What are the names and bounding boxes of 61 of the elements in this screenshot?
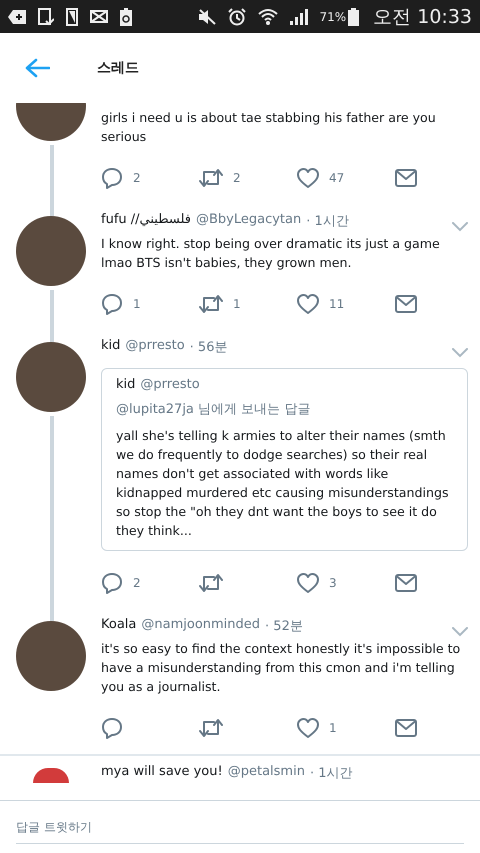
mute-icon <box>198 8 216 24</box>
reply-icon[interactable] <box>101 293 123 315</box>
phone-icon <box>66 8 78 26</box>
message-icon[interactable] <box>395 574 417 592</box>
retweet-icon[interactable] <box>199 293 223 315</box>
like-count: 47 <box>329 171 344 185</box>
signal-icon <box>290 8 308 24</box>
battery-icon <box>348 8 360 26</box>
reply-count: 1 <box>133 297 141 311</box>
heart-icon[interactable] <box>297 294 319 314</box>
heart-icon[interactable] <box>297 718 319 738</box>
thread-title: 스레드 <box>97 59 139 77</box>
user-handle[interactable]: @BbyLegacytan <box>196 212 302 227</box>
back-arrow-icon[interactable] <box>25 58 50 78</box>
like-count: 3 <box>329 576 337 590</box>
user-handle[interactable]: @prresto <box>140 377 200 392</box>
display-name[interactable]: Koala <box>101 617 136 632</box>
display-name[interactable]: fufu //فلسطيني <box>101 212 191 227</box>
reply-to-label: @lupita27ja 님에게 보내는 답글 <box>116 401 312 418</box>
reply-icon[interactable] <box>101 572 123 594</box>
user-handle[interactable]: @namjoonminded <box>141 617 260 632</box>
tablet-check-icon <box>38 8 54 26</box>
tweet-time: · 1시간 <box>310 765 352 782</box>
notification-tag-icon <box>8 10 26 24</box>
display-name[interactable]: mya will save you! <box>101 764 223 779</box>
retweet-count: 1 <box>233 297 241 311</box>
wifi-icon <box>258 8 278 26</box>
like-count: 1 <box>329 721 337 735</box>
message-icon[interactable] <box>395 295 417 313</box>
battery-recycle-icon <box>120 8 132 26</box>
reply-count: 2 <box>133 576 141 590</box>
display-name[interactable]: kid <box>116 377 136 392</box>
retweet-count: 2 <box>233 171 241 185</box>
tweet-text: I know right. stop being over dramatic its just a game lmao BTS isn't babies, they grown men. <box>101 235 441 272</box>
retweet-icon[interactable] <box>199 167 223 189</box>
tweet-text: girls i need u is about tae stabbing his father are you serious <box>101 109 437 146</box>
quoted-tweet-text: yall she's telling k armies to alter their names (smth we do frequently to dodge searches) so their real names don't get associated with words like kidnapped murdered etc causing misunderstandings so stop the "oh they dnt want the boys to see it do they think... <box>116 427 450 540</box>
tweet-time: · 56분 <box>190 339 228 356</box>
retweet-icon[interactable] <box>199 572 223 594</box>
quoted-tweet-card[interactable] <box>101 368 468 551</box>
heart-icon[interactable] <box>297 573 319 593</box>
clock-time: 오전 10:33 <box>373 4 472 30</box>
tweet-time: · 52분 <box>265 618 303 635</box>
tweet-text: it's so easy to find the context honestly it's impossible to have a misunderstanding from this cmon and i'm telling you as a journalist. <box>101 640 462 696</box>
battery-percent: 71% <box>320 10 346 24</box>
message-icon[interactable] <box>395 169 417 187</box>
mail-icon <box>90 10 108 23</box>
user-handle[interactable]: @prresto <box>125 338 185 353</box>
user-handle[interactable]: @petalsmin <box>228 764 305 779</box>
heart-icon[interactable] <box>297 168 319 188</box>
reply-icon[interactable] <box>101 717 123 739</box>
reply-icon[interactable] <box>101 167 123 189</box>
avatar-photo[interactable] <box>32 768 68 783</box>
reply-count: 2 <box>133 171 141 185</box>
message-icon[interactable] <box>395 719 417 737</box>
tweet-time: · 1시간 <box>306 213 349 230</box>
alarm-clock-icon <box>228 8 246 26</box>
display-name[interactable]: kid <box>101 338 120 353</box>
retweet-icon[interactable] <box>199 717 223 739</box>
like-count: 11 <box>329 297 344 311</box>
reply-input-field[interactable]: 답글 트윗하기 <box>16 811 464 844</box>
